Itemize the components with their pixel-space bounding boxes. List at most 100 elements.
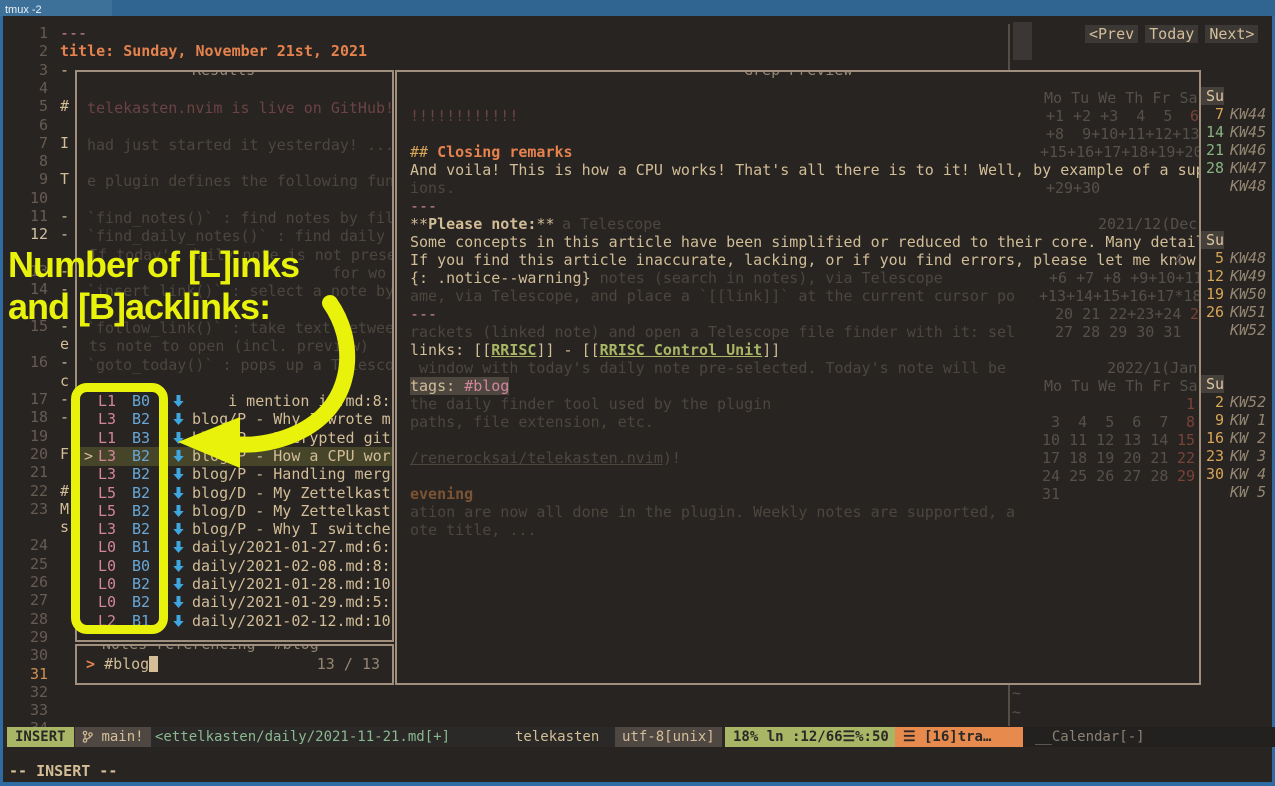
calendar-sunday-cell[interactable]: 16 <box>1200 429 1224 447</box>
calendar-sunday-cell[interactable]: 28 <box>1200 159 1224 177</box>
preview-text: ame, via Telescope, and place a `[[link]… <box>410 287 1015 305</box>
calendar-bleed-text: Mo Tu We Th Fr Sa <box>1044 89 1198 107</box>
down-arrow-icon-wrap <box>172 412 185 430</box>
calendar-week-number: KW44 <box>1230 105 1266 123</box>
preview-row: ---20 21 22+23+24 25 <box>397 305 1201 323</box>
buffer-char: s <box>60 518 69 536</box>
preview-text: ]] - [[ <box>536 341 599 359</box>
calendar-su-header: Su <box>1200 87 1224 105</box>
results-bleed-text: ts note to open (incl. preview) <box>89 337 369 355</box>
calendar-bleed-text: +6 +7 +8 +9+10+11 <box>1049 269 1201 287</box>
result-text: blog/D - My Zettelkast <box>192 502 391 520</box>
preview-row: evening31 <box>397 485 1201 503</box>
preview-row: rackets (linked note) and open a Telesco… <box>397 323 1201 341</box>
calendar-bleed-text: 3 4 5 6 7 <box>1042 413 1187 431</box>
gutter-line: 11 <box>4 207 48 225</box>
gutter-line: 23 <box>4 500 48 518</box>
calendar-su-header: Su <box>1200 375 1224 393</box>
result-text: i mention it.md:8: <box>192 392 391 410</box>
empty-line-tilde: ~ <box>1012 703 1021 721</box>
calendar-sunday-cell[interactable]: 26 <box>1200 303 1224 321</box>
prompt-input[interactable]: > #blog <box>86 655 158 673</box>
preview-row: tags: #blogMo Tu We Th Fr Sa <box>397 377 1201 395</box>
calendar-bleed-text: 29 <box>1177 467 1195 485</box>
calendar-week-number: KW 2 <box>1230 429 1266 447</box>
preview-text: /renerocksai/telekasten.nvim <box>410 449 663 467</box>
calendar-sunday-cell[interactable]: 23 <box>1200 447 1224 465</box>
down-arrow-icon-wrap <box>172 614 185 632</box>
buffer-line: --- <box>60 24 87 42</box>
calendar-sunday-cell[interactable]: 30 <box>1200 465 1224 483</box>
preview-text: Some concepts in this article have been … <box>410 233 1201 251</box>
preview-text: )! <box>663 449 681 467</box>
calendar-week-number: KW51 <box>1230 303 1266 321</box>
next-button[interactable]: Next> <box>1205 25 1258 43</box>
result-text: blog/P - Handling merg <box>192 465 391 483</box>
gutter-line: 16 <box>4 353 48 371</box>
result-text: daily/2021-01-27.md:6: <box>192 538 391 556</box>
gutter-line: 28 <box>4 610 48 628</box>
prompt-window: Notes referencing `#blog` > #blog 13 / 1… <box>75 644 394 685</box>
buffer-char: - <box>60 207 69 225</box>
gutter-line: 30 <box>4 646 48 664</box>
preview-text: Closing remarks <box>437 143 572 161</box>
preview-text: {: .notice--warning} <box>410 269 591 287</box>
calendar-bleed-text: 2021/12(Dec <box>1098 215 1197 233</box>
preview-text: window with today's daily note pre-selec… <box>410 359 1006 377</box>
calendar-week-number: KW50 <box>1230 285 1266 303</box>
preview-row: **Please note:**a Telescope2021/12(Dec <box>397 215 1201 233</box>
preview-text: rackets (linked note) and open a Telesco… <box>410 323 1015 341</box>
calendar-week-number: KW52 <box>1230 393 1266 411</box>
calendar-sunday-cell[interactable]: 7 <box>1200 105 1224 123</box>
calendar-sunday-cell[interactable]: 5 <box>1200 249 1224 267</box>
gutter-line: 27 <box>4 591 48 609</box>
encoding-segment: utf-8[unix] <box>615 727 722 747</box>
calendar-bleed-text: 8 <box>1186 413 1195 431</box>
grep-preview-title: Grep Preview <box>737 70 859 79</box>
calendar-bleed-text: 27 28 29 30 31 <box>1055 323 1181 341</box>
gutter-line: 31 <box>4 665 48 683</box>
calendar-sunday-cell[interactable]: 19 <box>1200 285 1224 303</box>
down-arrow-icon <box>172 540 185 554</box>
results-bleed-text: `find_daily_notes()` : find daily <box>87 227 385 245</box>
annotation-line2: and [B]acklinks: <box>8 286 270 328</box>
preview-text: #blog <box>464 377 509 395</box>
results-bleed-text: `find_notes()` : find notes by fil <box>87 209 394 227</box>
calendar-bleed-text: +1 +2 +3 4 5 <box>1046 107 1191 125</box>
preview-row: ation are now all done in the plugin. We… <box>397 503 1201 521</box>
prompt-query-text: #blog <box>104 655 149 673</box>
buffers-segment: ☰ [16]tra… <box>895 727 1023 747</box>
scrollbar-thumb <box>1013 22 1032 60</box>
preview-row: ## Closing remarks+15+16+17+18+19+20 <box>397 143 1201 161</box>
preview-row: +8 9+10+11+12+13 <box>397 125 1201 143</box>
down-arrow-icon <box>172 577 185 591</box>
calendar-sunday-cell[interactable]: 14 <box>1200 123 1224 141</box>
command-line-mode: -- INSERT -- <box>9 762 117 780</box>
calendar-bleed-text: 10 11 12 13 14 <box>1042 431 1177 449</box>
calendar-bleed-text: +29+30 <box>1046 179 1100 197</box>
down-arrow-icon <box>172 559 185 573</box>
down-arrow-icon <box>172 504 185 518</box>
git-branch-icon <box>82 730 93 743</box>
down-arrow-icon <box>172 522 185 536</box>
preview-text: Please note: <box>428 215 536 233</box>
calendar-sunday-cell[interactable]: 21 <box>1200 141 1224 159</box>
preview-row: 24 25 26 27 28 29 <box>397 467 1201 485</box>
calendar-bleed-text: 22 <box>1177 449 1195 467</box>
git-branch-label: main! <box>101 729 143 745</box>
today-button[interactable]: Today <box>1145 25 1198 43</box>
statusline: INSERT main! <ettelkasten/daily/2021-11-… <box>3 727 1272 747</box>
calendar-bleed-text: 2022/1(Jan <box>1107 359 1197 377</box>
preview-row: !!!!!!!!!!!!+1 +2 +3 4 5 6 <box>397 107 1201 125</box>
prev-button[interactable]: <Prev <box>1085 25 1138 43</box>
down-arrow-icon <box>172 431 185 445</box>
calendar-bleed-text: +13+14+15+16+17*18 <box>1039 287 1201 305</box>
calendar-sunday-cell[interactable]: 2 <box>1200 393 1224 411</box>
preview-row: /renerocksai/telekasten.nvim)!17 18 19 2… <box>397 449 1201 467</box>
result-text: blog/P - Encrypted git <box>192 429 391 447</box>
preview-row: Mo Tu We Th Fr Sa <box>397 89 1201 107</box>
calendar-sunday-cell[interactable]: 12 <box>1200 267 1224 285</box>
calendar-week-number: KW46 <box>1230 141 1266 159</box>
down-arrow-icon-wrap <box>172 467 185 485</box>
calendar-sunday-cell[interactable]: 9 <box>1200 411 1224 429</box>
